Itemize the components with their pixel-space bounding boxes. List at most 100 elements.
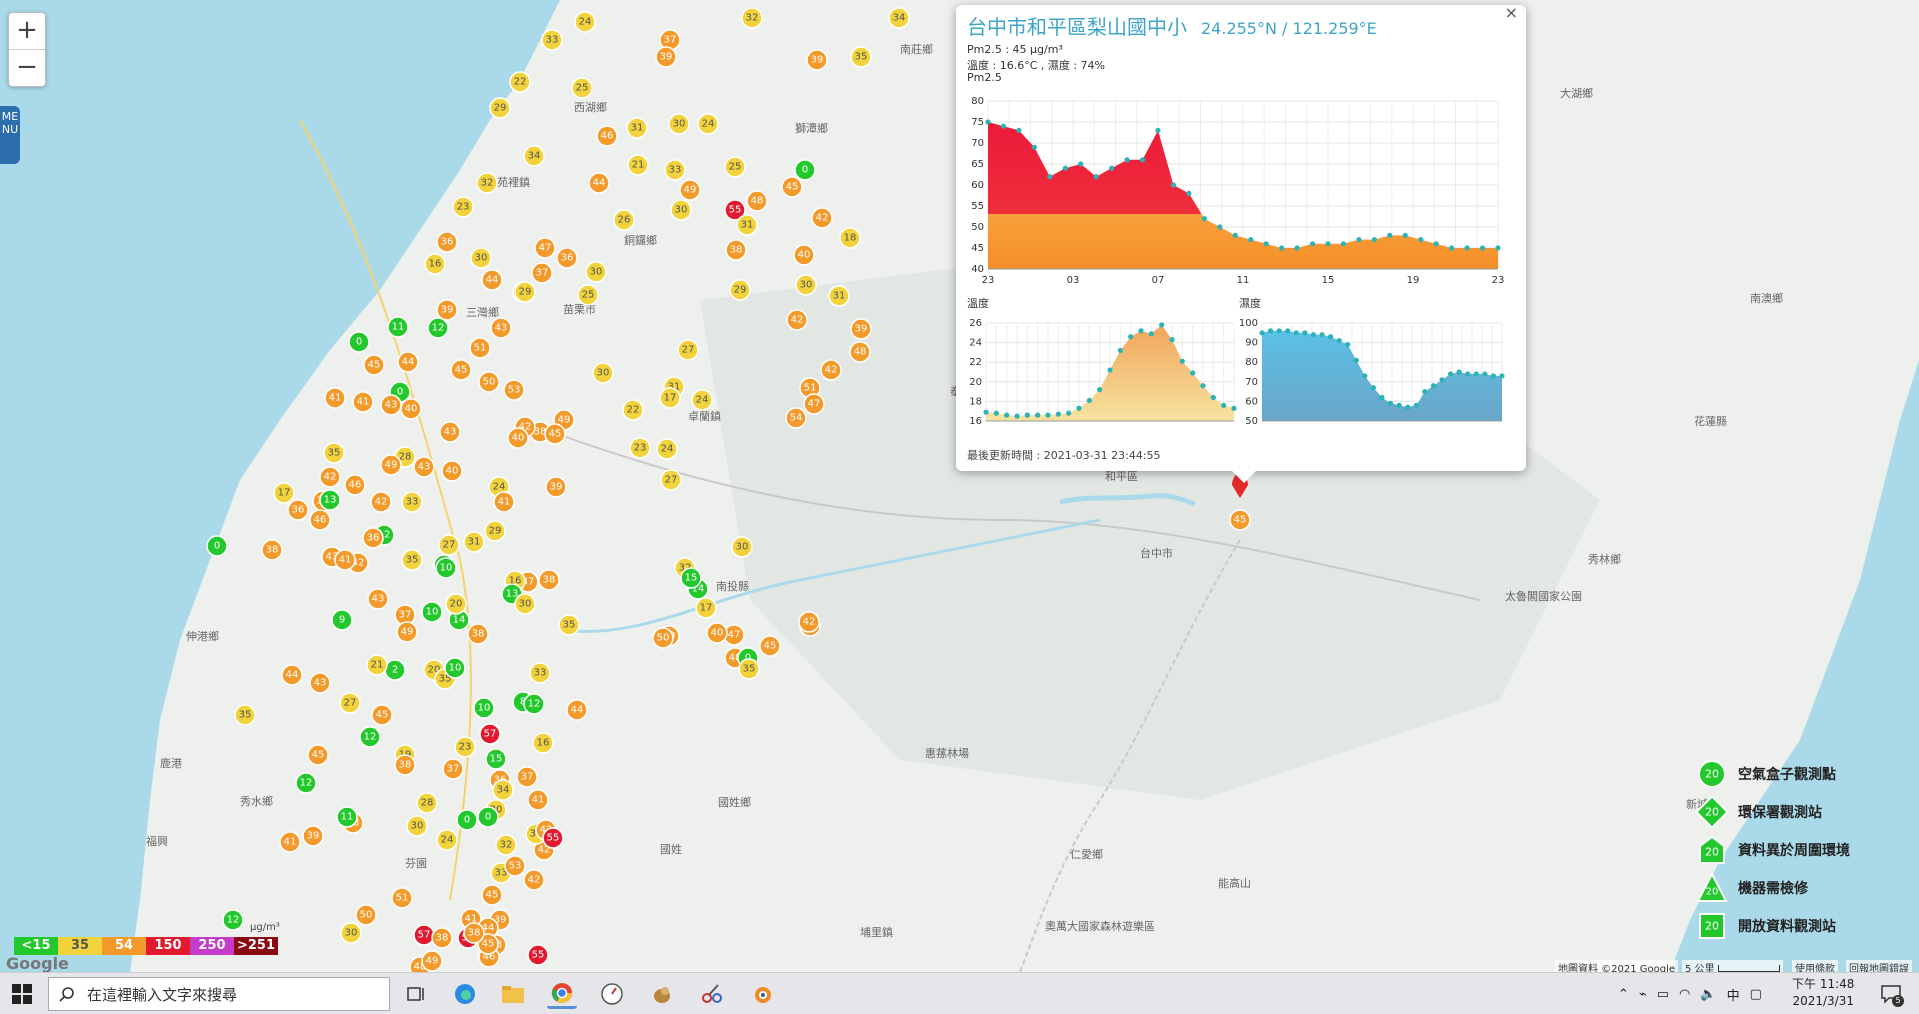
aq-marker[interactable]: 23	[452, 196, 474, 218]
aq-marker[interactable]: 39	[545, 476, 567, 498]
aq-marker[interactable]: 50	[355, 904, 377, 926]
aq-marker[interactable]: 27	[677, 339, 699, 361]
aq-marker[interactable]: 37	[531, 262, 553, 284]
aq-marker[interactable]: 10	[473, 697, 495, 719]
aq-marker[interactable]: 36	[436, 231, 458, 253]
aq-marker[interactable]: 44	[281, 664, 303, 686]
aq-marker[interactable]: 0	[206, 535, 228, 557]
aq-marker[interactable]: 33	[529, 662, 551, 684]
aq-marker[interactable]: 35	[234, 704, 256, 726]
aq-marker[interactable]: 43	[439, 421, 461, 443]
aq-marker[interactable]: 10	[435, 557, 457, 579]
aq-marker[interactable]: 42	[319, 466, 341, 488]
aq-marker[interactable]: 49	[396, 621, 418, 643]
report-error-link[interactable]: 回報地圖錯誤	[1846, 960, 1912, 972]
aq-marker[interactable]: 35	[850, 46, 872, 68]
aq-marker[interactable]: 43	[490, 317, 512, 339]
aq-marker[interactable]: 40	[706, 622, 728, 644]
aq-marker[interactable]: 46	[596, 125, 618, 147]
aq-marker[interactable]: 45	[371, 704, 393, 726]
aq-marker[interactable]: 17	[273, 482, 295, 504]
aq-marker[interactable]: 32	[741, 7, 763, 29]
aq-marker[interactable]: 15	[485, 748, 507, 770]
aq-marker[interactable]: 50	[652, 627, 674, 649]
input-mode-icon[interactable]: ▢	[1750, 987, 1762, 1002]
aq-marker[interactable]: 0	[794, 159, 816, 181]
aq-marker[interactable]: 54	[785, 407, 807, 429]
aq-marker[interactable]: 40	[507, 427, 529, 449]
aq-marker[interactable]: 25	[571, 77, 593, 99]
aq-marker[interactable]: 33	[401, 491, 423, 513]
zoom-out-button[interactable]: −	[9, 49, 45, 86]
aq-marker[interactable]: 45	[481, 884, 503, 906]
aq-marker[interactable]: 35	[558, 614, 580, 636]
aq-marker[interactable]: 25	[577, 284, 599, 306]
chevron-up-icon[interactable]: ⌃	[1618, 987, 1629, 1002]
app-snip-icon[interactable]	[697, 979, 727, 1009]
aq-marker[interactable]: 41	[334, 549, 356, 571]
aq-marker[interactable]: 41	[527, 789, 549, 811]
aq-marker[interactable]: 45	[759, 635, 781, 657]
aq-marker[interactable]: 12	[359, 726, 381, 748]
aq-marker[interactable]: 44	[481, 269, 503, 291]
aq-marker[interactable]: 44	[588, 172, 610, 194]
aq-marker[interactable]: 32	[495, 834, 517, 856]
file-explorer-icon[interactable]	[498, 979, 528, 1009]
menu-tab[interactable]: MENU	[0, 106, 20, 164]
aq-marker[interactable]: 44	[566, 699, 588, 721]
aq-marker[interactable]: 45	[450, 359, 472, 381]
app-bird-icon[interactable]	[647, 979, 677, 1009]
task-view-icon[interactable]	[402, 979, 432, 1009]
aq-marker[interactable]: 45	[363, 354, 385, 376]
aq-marker[interactable]: 24	[656, 438, 678, 460]
aq-marker[interactable]: 42	[523, 869, 545, 891]
windows-start-icon[interactable]	[12, 984, 32, 1004]
aq-marker[interactable]: 34	[523, 145, 545, 167]
aq-marker[interactable]: 38	[467, 623, 489, 645]
map-canvas[interactable]: 南莊鄉獅潭鄉大湖鄉泰安鄉卓蘭鎮和平區南澳鄉秀林鄉太魯閣國家公園仁愛鄉惠蓀林場國姓…	[0, 0, 1919, 972]
aq-marker[interactable]: 39	[436, 299, 458, 321]
aq-marker[interactable]: 53	[503, 379, 525, 401]
aq-marker[interactable]: 36	[362, 527, 384, 549]
aq-marker[interactable]: 51	[469, 337, 491, 359]
aq-marker[interactable]: 42	[798, 611, 820, 633]
aq-marker[interactable]: 30	[514, 593, 536, 615]
aq-marker[interactable]: 38	[725, 239, 747, 261]
aq-marker[interactable]: 36	[556, 247, 578, 269]
aq-marker[interactable]: 35	[401, 549, 423, 571]
edge-icon[interactable]	[450, 979, 480, 1009]
aq-marker[interactable]: 43	[380, 394, 402, 416]
aq-marker[interactable]: 29	[729, 279, 751, 301]
app-compass-icon[interactable]	[597, 979, 627, 1009]
aq-marker[interactable]: 29	[484, 520, 506, 542]
terms-link[interactable]: 使用條款	[1792, 960, 1838, 972]
aq-marker[interactable]: 36	[287, 499, 309, 521]
aq-marker[interactable]: 51	[391, 887, 413, 909]
aq-marker[interactable]: 33	[664, 159, 686, 181]
aq-marker[interactable]: 15	[680, 567, 702, 589]
aq-marker[interactable]: 30	[795, 274, 817, 296]
aq-marker[interactable]: 12	[523, 693, 545, 715]
aq-marker[interactable]: 12	[427, 317, 449, 339]
aq-marker[interactable]: 43	[309, 672, 331, 694]
aq-marker[interactable]: 42	[370, 491, 392, 513]
aq-marker[interactable]: 38	[463, 922, 485, 944]
aq-marker[interactable]: 17	[659, 387, 681, 409]
aq-marker[interactable]: 45	[781, 176, 803, 198]
aq-marker[interactable]: 21	[627, 154, 649, 176]
aq-marker[interactable]: 40	[793, 244, 815, 266]
aq-marker[interactable]: 29	[514, 281, 536, 303]
aq-marker[interactable]: 30	[340, 922, 362, 944]
aq-marker[interactable]: 57	[413, 924, 435, 946]
volume-icon[interactable]: 🔈	[1700, 987, 1716, 1002]
taskbar-search[interactable]	[48, 977, 390, 1011]
aq-marker[interactable]: 20	[445, 593, 467, 615]
aq-marker[interactable]: 45	[544, 423, 566, 445]
aq-marker[interactable]: 24	[574, 11, 596, 33]
aq-marker[interactable]: 38	[431, 927, 453, 949]
aq-marker[interactable]: 13	[319, 489, 341, 511]
aq-marker[interactable]: 22	[509, 71, 531, 93]
clock[interactable]: 下午 11:48 2021/3/31	[1792, 976, 1854, 1010]
aq-marker[interactable]: 55	[542, 827, 564, 849]
aq-marker[interactable]: 30	[470, 247, 492, 269]
